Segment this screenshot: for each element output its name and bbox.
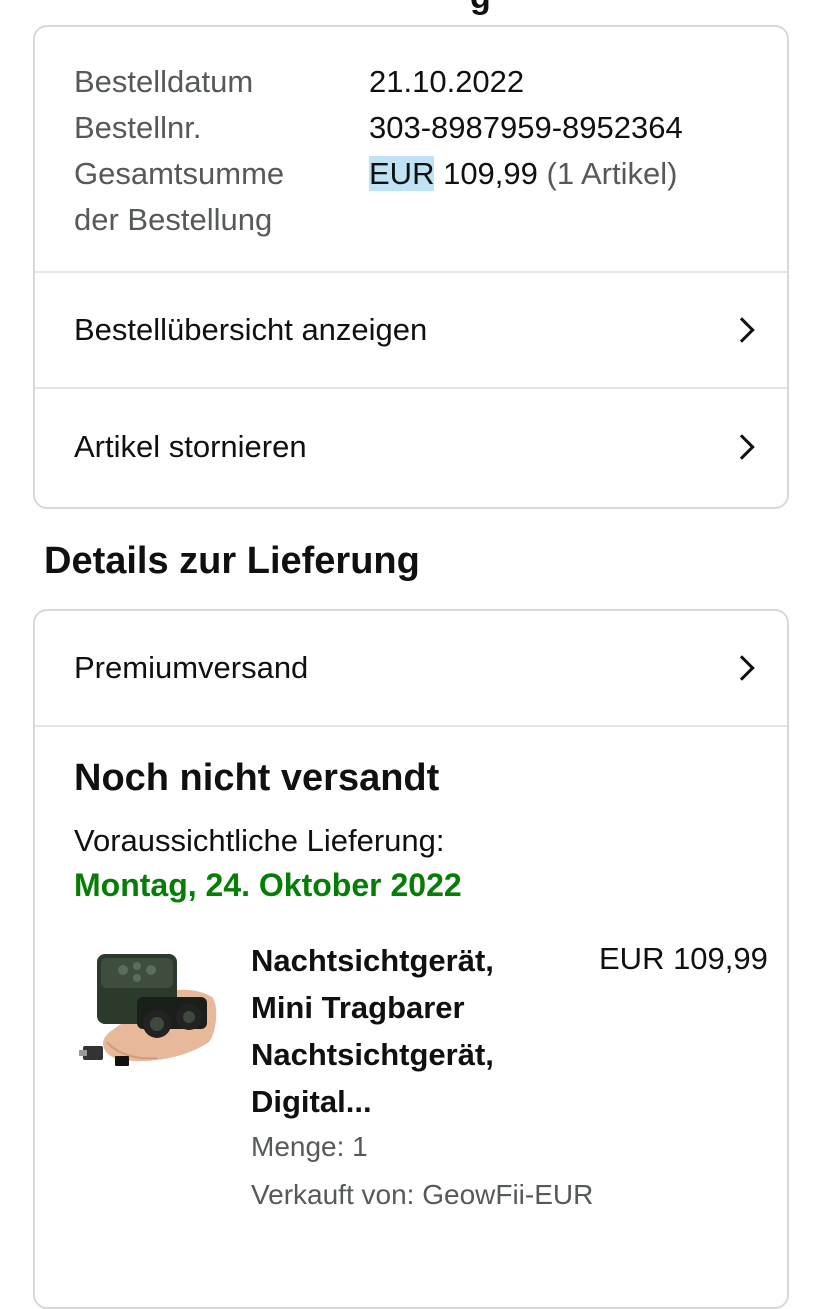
night-vision-binocular-icon <box>79 954 217 1066</box>
order-total-items: (1 Artikel) <box>546 156 678 191</box>
order-number-value: 303-8987959-8952364 <box>369 110 683 145</box>
shipment-status: Noch nicht versandt <box>74 757 440 799</box>
product-title-link[interactable]: Nachtsichtgerät, Mini Tragbarer Nachtsic… <box>251 937 541 1125</box>
chevron-right-icon <box>729 317 755 343</box>
shipping-method-link[interactable]: Premiumversand <box>35 611 787 727</box>
view-order-summary-label: Bestellübersicht anzeigen <box>74 312 428 347</box>
order-date-value: 21.10.2022 <box>369 64 525 99</box>
order-total-value: EUR 109,99 (1 Artikel) <box>369 151 677 197</box>
order-total-amount: 109,99 <box>443 156 538 191</box>
order-number-label: Bestellnr. <box>74 110 202 145</box>
order-total-currency: EUR <box>369 156 435 191</box>
delivery-section-title: Details zur Lieferung <box>44 540 420 582</box>
order-date-label: Bestelldatum <box>74 64 254 99</box>
chevron-right-icon <box>729 655 755 681</box>
eta-date: Montag, 24. Oktober 2022 <box>74 867 462 903</box>
product-seller: Verkauft von: GeowFii-EUR <box>251 1179 594 1210</box>
product-quantity: Menge: 1 <box>251 1131 368 1162</box>
chevron-right-icon <box>729 434 755 460</box>
eta-label: Voraussichtliche Lieferung: <box>74 823 445 858</box>
product-image[interactable] <box>77 942 223 1082</box>
shipment-details: Noch nicht versandt Voraussichtliche Lie… <box>35 727 787 1307</box>
cancel-items-label: Artikel stornieren <box>74 429 307 464</box>
cancel-items-link[interactable]: Artikel stornieren <box>35 389 787 505</box>
order-summary-card: Bestelldatum 21.10.2022 Bestellnr. 303-8… <box>33 25 789 509</box>
product-price: EUR 109,99 <box>599 941 768 976</box>
order-info: Bestelldatum 21.10.2022 Bestellnr. 303-8… <box>35 27 787 273</box>
order-total-label: Gesamtsumme der Bestellung <box>74 156 285 237</box>
page-title-cut-off: g <box>470 0 491 17</box>
shipping-method-label: Premiumversand <box>74 650 309 685</box>
view-order-summary-link[interactable]: Bestellübersicht anzeigen <box>35 273 787 389</box>
delivery-card: Premiumversand Noch nicht versandt Vorau… <box>33 609 789 1309</box>
